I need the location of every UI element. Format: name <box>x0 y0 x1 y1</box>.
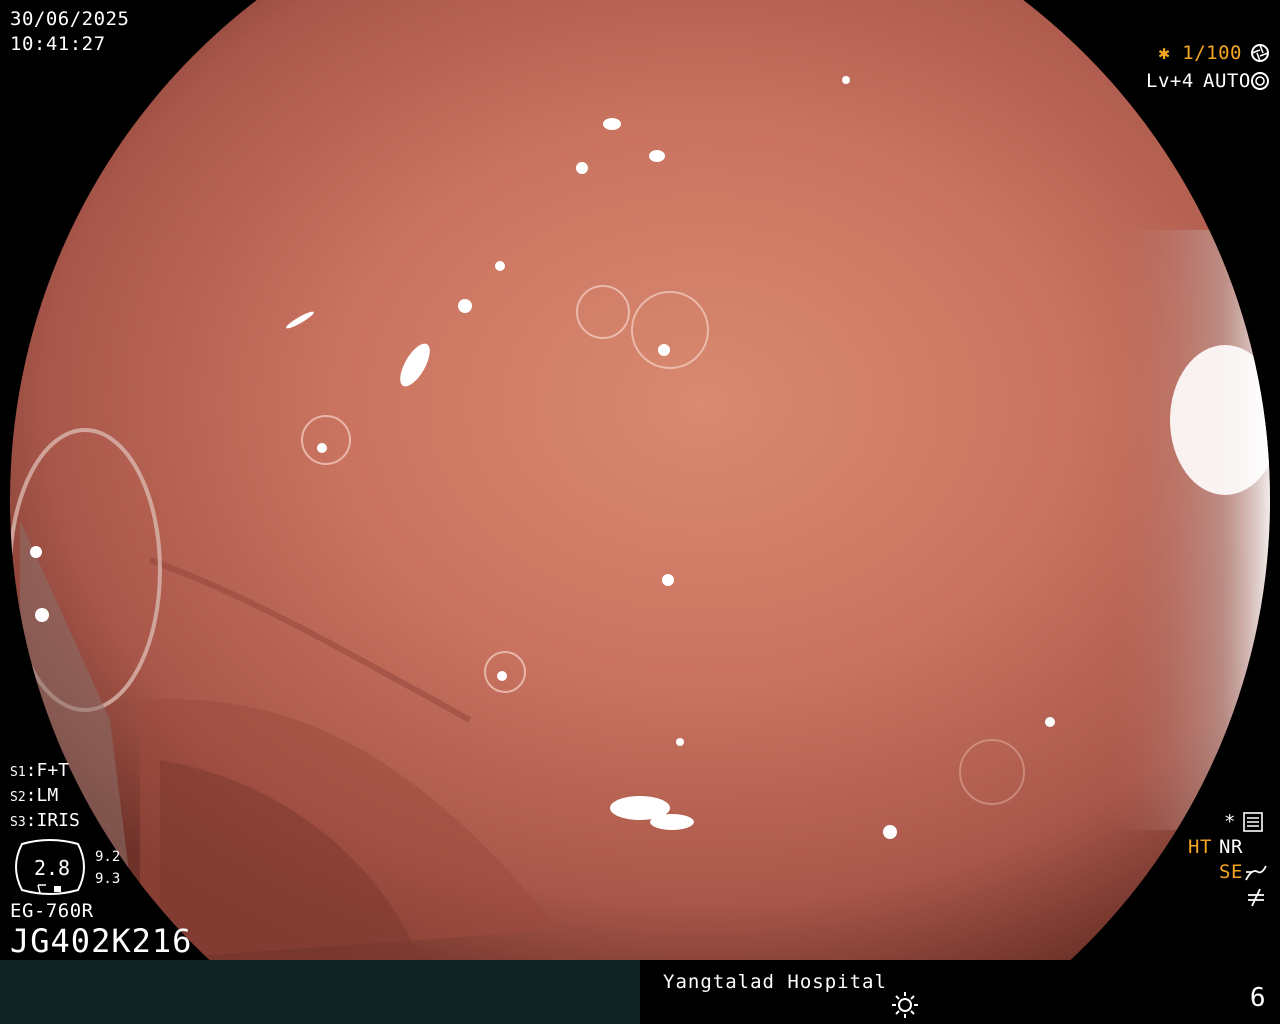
brightness-icon <box>892 992 918 1018</box>
scope-serial: JG402K216 <box>10 922 193 960</box>
switch-s1: S1:F+T <box>10 760 70 781</box>
endoscopic-image <box>0 0 1280 960</box>
se-curve-icon <box>1245 865 1267 881</box>
switch-s3-key: S3 <box>10 815 26 830</box>
scope-model: EG-760R <box>10 900 94 922</box>
switch-s3-value: IRIS <box>36 810 80 831</box>
nr-indicator: NR <box>1219 836 1243 858</box>
settings-icon <box>1243 812 1263 832</box>
not-equal-icon <box>1248 888 1264 907</box>
asterisk-marker: * <box>1224 811 1236 833</box>
iris-mode: AUTO <box>1203 70 1251 92</box>
switch-s2-value: LM <box>36 785 59 806</box>
aperture-icon <box>1251 44 1269 62</box>
footer-left-panel <box>0 960 640 1024</box>
switch-s1-value: F+T <box>36 760 70 781</box>
auto-iris-icon <box>1251 72 1269 90</box>
switch-s1-key: S1 <box>10 765 26 780</box>
hospital-name: Yangtalad Hospital <box>663 971 887 993</box>
gauge-upper: 9.2 <box>95 849 121 865</box>
shutter-speed: ✱ 1/100 <box>1158 42 1242 64</box>
switch-s2: S2:LM <box>10 785 59 806</box>
page-number: 6 <box>1249 983 1266 1013</box>
ht-indicator: HT <box>1188 836 1212 858</box>
gauge-value: 2.8 <box>33 856 71 880</box>
switch-s2-key: S2 <box>10 790 26 805</box>
time-label: 10:41:27 <box>10 33 106 55</box>
switch-s3: S3:IRIS <box>10 810 80 831</box>
date-label: 30/06/2025 <box>10 8 130 30</box>
light-level: Lv+4 <box>1146 70 1194 92</box>
footer-bar <box>0 960 1280 1024</box>
se-indicator: SE <box>1219 861 1243 883</box>
endoscope-view <box>0 0 1280 960</box>
gauge-lower: 9.3 <box>95 871 121 887</box>
